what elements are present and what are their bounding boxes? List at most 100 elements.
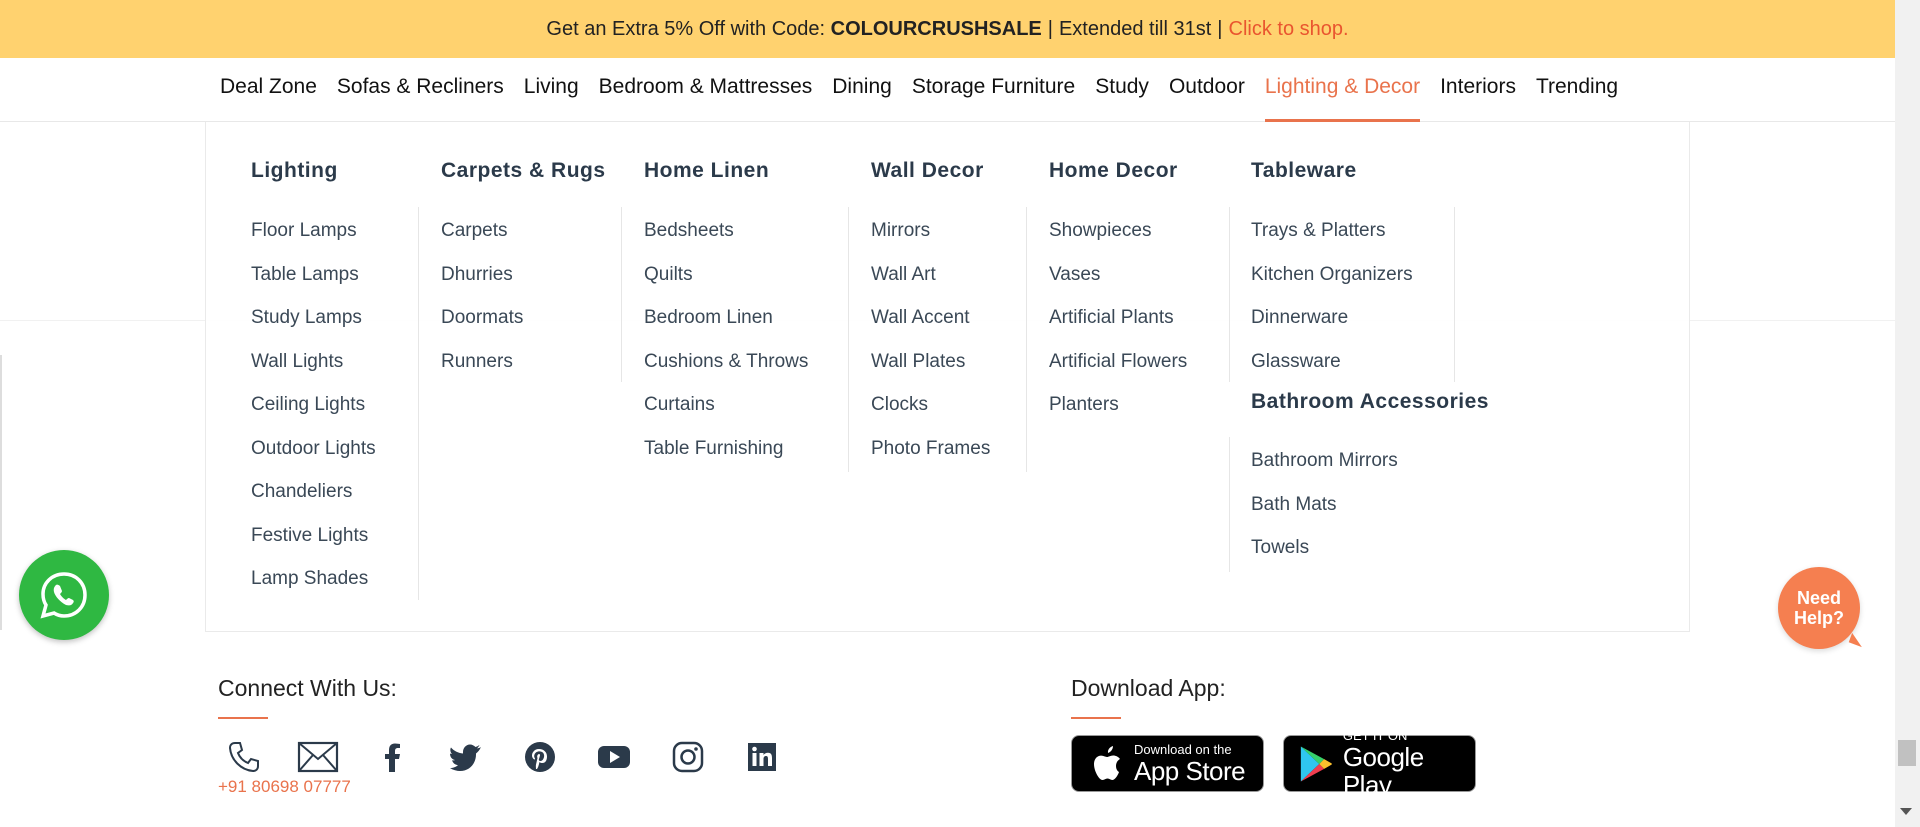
menu-item[interactable]: Bedroom Linen xyxy=(644,296,808,340)
scrollbar-thumb[interactable] xyxy=(1898,740,1916,766)
google-play-button[interactable]: GET IT ON Google Play xyxy=(1283,728,1476,799)
need-help-label-line1: Need xyxy=(1796,588,1841,608)
scroll-down-arrow[interactable] xyxy=(1900,808,1912,815)
need-help-label-line2: Help? xyxy=(1793,608,1844,628)
menu-item[interactable]: Festive Lights xyxy=(251,514,376,558)
heading-underline xyxy=(218,717,268,719)
menu-item[interactable]: Trays & Platters xyxy=(1251,209,1413,253)
menu-item[interactable]: Table Lamps xyxy=(251,253,376,297)
promo-cta-link[interactable]: Click to shop. xyxy=(1229,18,1349,41)
heading-underline xyxy=(1071,717,1121,719)
menu-item[interactable]: Photo Frames xyxy=(871,427,990,471)
menu-item[interactable]: Runners xyxy=(441,340,523,384)
promo-text: Get an Extra 5% Off with Code: xyxy=(546,17,826,40)
menu-item[interactable]: Lamp Shades xyxy=(251,557,376,601)
phone-number-link[interactable]: +91 80698 07777 xyxy=(218,777,351,797)
menu-item[interactable]: Bedsheets xyxy=(644,209,808,253)
menu-item[interactable]: Study Lamps xyxy=(251,296,376,340)
menu-list-lighting: Floor Lamps Table Lamps Study Lamps Wall… xyxy=(251,209,376,601)
email-icon[interactable] xyxy=(292,737,344,777)
menu-item[interactable]: Dinnerware xyxy=(1251,296,1413,340)
menu-item[interactable]: Outdoor Lights xyxy=(251,427,376,471)
main-nav: Deal Zone Sofas & Recliners Living Bedro… xyxy=(0,58,1895,122)
nav-item-deal-zone[interactable]: Deal Zone xyxy=(220,58,317,122)
menu-item[interactable]: Bath Mats xyxy=(1251,483,1398,527)
google-play-icon xyxy=(1300,746,1333,781)
menu-item[interactable]: Ceiling Lights xyxy=(251,383,376,427)
menu-item[interactable]: Artificial Plants xyxy=(1049,296,1187,340)
menu-item[interactable]: Doormats xyxy=(441,296,523,340)
nav-item-dining[interactable]: Dining xyxy=(832,58,892,122)
menu-item[interactable]: Artificial Flowers xyxy=(1049,340,1187,384)
social-links xyxy=(218,737,810,777)
menu-item[interactable]: Glassware xyxy=(1251,340,1413,384)
menu-list-carpets-rugs: Carpets Dhurries Doormats Runners xyxy=(441,209,523,383)
column-divider xyxy=(848,207,849,472)
menu-item[interactable]: Showpieces xyxy=(1049,209,1187,253)
menu-item[interactable]: Wall Accent xyxy=(871,296,990,340)
column-divider xyxy=(1229,437,1230,572)
instagram-icon[interactable] xyxy=(662,737,714,777)
nav-item-outdoor[interactable]: Outdoor xyxy=(1169,58,1245,122)
menu-item[interactable]: Dhurries xyxy=(441,253,523,297)
menu-heading-tableware[interactable]: Tableware xyxy=(1251,159,1357,183)
app-store-label: App Store xyxy=(1134,755,1246,786)
nav-item-storage-furniture[interactable]: Storage Furniture xyxy=(912,58,1075,122)
menu-item[interactable]: Planters xyxy=(1049,383,1187,427)
menu-item[interactable]: Bathroom Mirrors xyxy=(1251,439,1398,483)
youtube-icon[interactable] xyxy=(588,737,640,777)
nav-item-bedroom-mattresses[interactable]: Bedroom & Mattresses xyxy=(599,58,813,122)
facebook-icon[interactable] xyxy=(366,737,418,777)
menu-heading-carpets-rugs[interactable]: Carpets & Rugs xyxy=(441,159,606,183)
menu-item[interactable]: Cushions & Throws xyxy=(644,340,808,384)
linkedin-icon[interactable] xyxy=(736,737,788,777)
column-divider xyxy=(621,207,622,382)
menu-heading-bathroom-accessories[interactable]: Bathroom Accessories xyxy=(1251,390,1489,414)
menu-heading-wall-decor[interactable]: Wall Decor xyxy=(871,159,984,183)
menu-list-home-decor: Showpieces Vases Artificial Plants Artif… xyxy=(1049,209,1187,427)
menu-item[interactable]: Carpets xyxy=(441,209,523,253)
nav-item-lighting-decor[interactable]: Lighting & Decor xyxy=(1264,58,1421,122)
connect-heading: Connect With Us: xyxy=(218,675,397,701)
column-divider xyxy=(418,207,419,600)
menu-list-wall-decor: Mirrors Wall Art Wall Accent Wall Plates… xyxy=(871,209,990,470)
app-store-button[interactable]: Download on the App Store xyxy=(1071,735,1264,792)
menu-item[interactable]: Kitchen Organizers xyxy=(1251,253,1413,297)
page-edge-divider xyxy=(0,355,2,630)
column-divider xyxy=(1229,207,1230,382)
menu-item[interactable]: Floor Lamps xyxy=(251,209,376,253)
nav-item-living[interactable]: Living xyxy=(524,58,579,122)
twitter-icon[interactable] xyxy=(440,737,492,777)
menu-item[interactable]: Vases xyxy=(1049,253,1187,297)
whatsapp-button[interactable] xyxy=(19,550,109,640)
menu-item[interactable]: Clocks xyxy=(871,383,990,427)
apple-icon xyxy=(1094,745,1120,780)
menu-heading-home-decor[interactable]: Home Decor xyxy=(1049,159,1178,183)
pinterest-icon[interactable] xyxy=(514,737,566,777)
menu-list-tableware: Trays & Platters Kitchen Organizers Dinn… xyxy=(1251,209,1413,383)
nav-item-interiors[interactable]: Interiors xyxy=(1440,58,1516,122)
menu-heading-home-linen[interactable]: Home Linen xyxy=(644,159,769,183)
google-play-small-text: GET IT ON xyxy=(1342,727,1408,743)
menu-item[interactable]: Table Furnishing xyxy=(644,427,808,471)
nav-item-trending[interactable]: Trending xyxy=(1536,58,1618,122)
column-divider xyxy=(1026,207,1027,472)
promo-validity: Extended till 31st xyxy=(1058,17,1212,40)
menu-heading-lighting[interactable]: Lighting xyxy=(251,159,338,183)
menu-item[interactable]: Wall Plates xyxy=(871,340,990,384)
promo-banner: Get an Extra 5% Off with Code: COLOURCRU… xyxy=(0,0,1895,58)
menu-item[interactable]: Mirrors xyxy=(871,209,990,253)
phone-icon[interactable] xyxy=(218,737,270,777)
nav-item-sofas-recliners[interactable]: Sofas & Recliners xyxy=(337,58,504,122)
menu-item[interactable]: Wall Art xyxy=(871,253,990,297)
page-scrollbar[interactable] xyxy=(1895,0,1920,827)
need-help-button[interactable]: Need Help? xyxy=(1778,567,1860,649)
menu-item[interactable]: Curtains xyxy=(644,383,808,427)
menu-item[interactable]: Quilts xyxy=(644,253,808,297)
menu-item[interactable]: Chandeliers xyxy=(251,470,376,514)
menu-list-bathroom-accessories: Bathroom Mirrors Bath Mats Towels xyxy=(1251,439,1398,570)
menu-item[interactable]: Wall Lights xyxy=(251,340,376,384)
menu-item[interactable]: Towels xyxy=(1251,526,1398,570)
nav-item-study[interactable]: Study xyxy=(1095,58,1149,122)
mega-menu-lighting-decor: Lighting Floor Lamps Table Lamps Study L… xyxy=(205,122,1690,632)
